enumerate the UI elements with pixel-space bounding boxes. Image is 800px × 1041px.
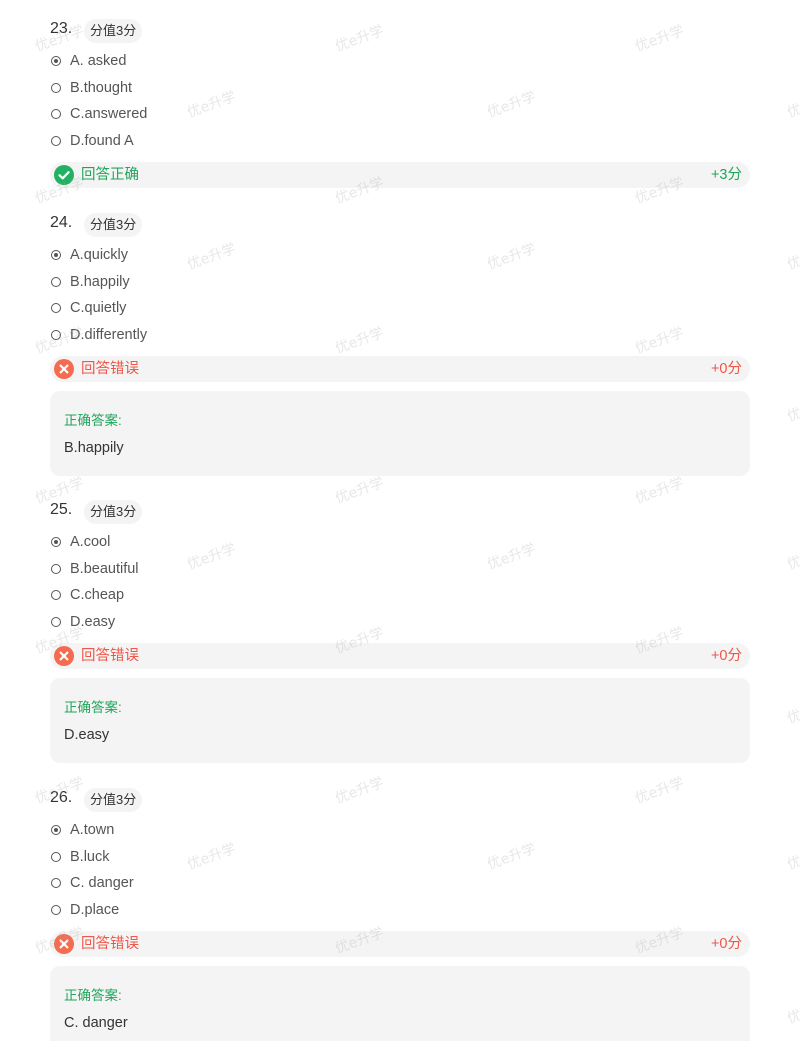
correct-answer-value: B.happily bbox=[64, 440, 124, 456]
option-label: C.cheap bbox=[70, 587, 125, 603]
option-a[interactable]: A. asked bbox=[50, 48, 750, 75]
option-b[interactable]: B.thought bbox=[50, 75, 750, 102]
watermark: 优e升学 bbox=[785, 240, 800, 274]
question-number: 25. bbox=[50, 501, 73, 518]
watermark: 优e升学 bbox=[785, 994, 800, 1028]
result-text: 回答正确 bbox=[81, 167, 139, 183]
result-score: +0分 bbox=[710, 361, 742, 377]
option-label: D.differently bbox=[70, 326, 148, 343]
option-c[interactable]: C.answered bbox=[50, 101, 750, 128]
radio-icon[interactable] bbox=[51, 616, 61, 627]
question-header: 23. 分值3分 bbox=[50, 19, 750, 45]
question-header: 24. 分值3分 bbox=[50, 213, 750, 239]
correct-answer-box: 正确答案: D.easy bbox=[50, 678, 750, 763]
question-25: 25. 分值3分 A.cool B.beautiful C.cheap D.ea… bbox=[50, 500, 750, 763]
radio-icon[interactable] bbox=[51, 851, 61, 862]
option-d[interactable]: D.differently bbox=[50, 322, 750, 349]
option-label: B.thought bbox=[70, 79, 133, 96]
result-text: 回答错误 bbox=[81, 648, 139, 664]
radio-icon[interactable] bbox=[51, 135, 61, 146]
radio-icon[interactable] bbox=[51, 563, 61, 574]
option-label: B.beautiful bbox=[70, 560, 139, 577]
cross-circle-icon bbox=[54, 359, 74, 379]
option-c[interactable]: C. danger bbox=[50, 870, 750, 897]
score-badge: 分值3分 bbox=[84, 788, 143, 812]
option-a[interactable]: A.cool bbox=[50, 529, 750, 556]
correct-answer-value: C. danger bbox=[64, 1015, 128, 1031]
option-label: A.cool bbox=[70, 534, 111, 550]
option-a[interactable]: A.town bbox=[50, 817, 750, 844]
result-bar: 回答错误 +0分 bbox=[50, 356, 750, 382]
result-text: 回答错误 bbox=[81, 361, 139, 377]
option-label: D.place bbox=[70, 901, 120, 918]
option-label: C. danger bbox=[70, 875, 134, 891]
radio-icon[interactable] bbox=[51, 303, 61, 313]
correct-answer-title: 正确答案: bbox=[64, 700, 122, 715]
cross-circle-icon bbox=[54, 934, 74, 954]
result-text: 回答错误 bbox=[81, 936, 139, 952]
question-23: 23. 分值3分 A. asked B.thought C.answered D… bbox=[50, 19, 750, 188]
question-24: 24. 分值3分 A.quickly B.happily C.quietly D… bbox=[50, 213, 750, 476]
option-b[interactable]: B.beautiful bbox=[50, 556, 750, 583]
watermark: 优e升学 bbox=[785, 88, 800, 122]
option-label: D.found A bbox=[70, 132, 134, 149]
radio-icon[interactable] bbox=[51, 109, 61, 119]
radio-icon[interactable] bbox=[51, 904, 61, 915]
radio-selected-icon[interactable] bbox=[51, 537, 61, 547]
option-d[interactable]: D.easy bbox=[50, 609, 750, 636]
option-label: A.quickly bbox=[70, 247, 129, 263]
question-header: 26. 分值3分 bbox=[50, 788, 750, 814]
result-bar: 回答错误 +0分 bbox=[50, 643, 750, 669]
option-label: A.town bbox=[70, 822, 115, 838]
correct-answer-value: D.easy bbox=[64, 727, 110, 743]
radio-icon[interactable] bbox=[51, 329, 61, 340]
question-number: 23. bbox=[50, 20, 73, 37]
option-label: C.quietly bbox=[70, 300, 127, 316]
correct-answer-box: 正确答案: C. danger bbox=[50, 966, 750, 1041]
option-label: D.easy bbox=[70, 613, 116, 630]
radio-selected-icon[interactable] bbox=[51, 250, 61, 260]
result-bar: 回答错误 +0分 bbox=[50, 931, 750, 957]
option-b[interactable]: B.happily bbox=[50, 269, 750, 296]
result-score: +0分 bbox=[710, 936, 742, 952]
question-26: 26. 分值3分 A.town B.luck C. danger D.place… bbox=[50, 788, 750, 1041]
option-b[interactable]: B.luck bbox=[50, 844, 750, 871]
radio-selected-icon[interactable] bbox=[51, 56, 61, 66]
check-circle-icon bbox=[54, 165, 74, 185]
score-badge: 分值3分 bbox=[84, 19, 143, 43]
option-label: C.answered bbox=[70, 106, 148, 122]
option-d[interactable]: D.found A bbox=[50, 128, 750, 155]
option-c[interactable]: C.quietly bbox=[50, 295, 750, 322]
quiz-results-page: 23. 分值3分 A. asked B.thought C.answered D… bbox=[0, 0, 800, 1041]
radio-icon[interactable] bbox=[51, 590, 61, 600]
radio-icon[interactable] bbox=[51, 276, 61, 287]
score-badge: 分值3分 bbox=[84, 500, 143, 524]
correct-answer-box: 正确答案: B.happily bbox=[50, 391, 750, 476]
cross-circle-icon bbox=[54, 646, 74, 666]
result-score: +0分 bbox=[710, 648, 742, 664]
radio-icon[interactable] bbox=[51, 82, 61, 93]
option-d[interactable]: D.place bbox=[50, 897, 750, 924]
watermark: 优e升学 bbox=[785, 540, 800, 574]
question-header: 25. 分值3分 bbox=[50, 500, 750, 526]
result-bar: 回答正确 +3分 bbox=[50, 162, 750, 188]
option-a[interactable]: A.quickly bbox=[50, 242, 750, 269]
result-score: +3分 bbox=[710, 167, 742, 183]
option-label: B.happily bbox=[70, 273, 130, 290]
option-label: B.luck bbox=[70, 848, 110, 865]
watermark: 优e升学 bbox=[785, 840, 800, 874]
watermark: 优e升学 bbox=[785, 694, 800, 728]
watermark: 优e升学 bbox=[785, 392, 800, 426]
correct-answer-title: 正确答案: bbox=[64, 988, 122, 1003]
radio-selected-icon[interactable] bbox=[51, 825, 61, 835]
option-c[interactable]: C.cheap bbox=[50, 582, 750, 609]
correct-answer-title: 正确答案: bbox=[64, 413, 122, 428]
question-number: 26. bbox=[50, 789, 73, 806]
question-number: 24. bbox=[50, 214, 73, 231]
radio-icon[interactable] bbox=[51, 878, 61, 888]
option-label: A. asked bbox=[70, 53, 127, 69]
score-badge: 分值3分 bbox=[84, 213, 143, 237]
